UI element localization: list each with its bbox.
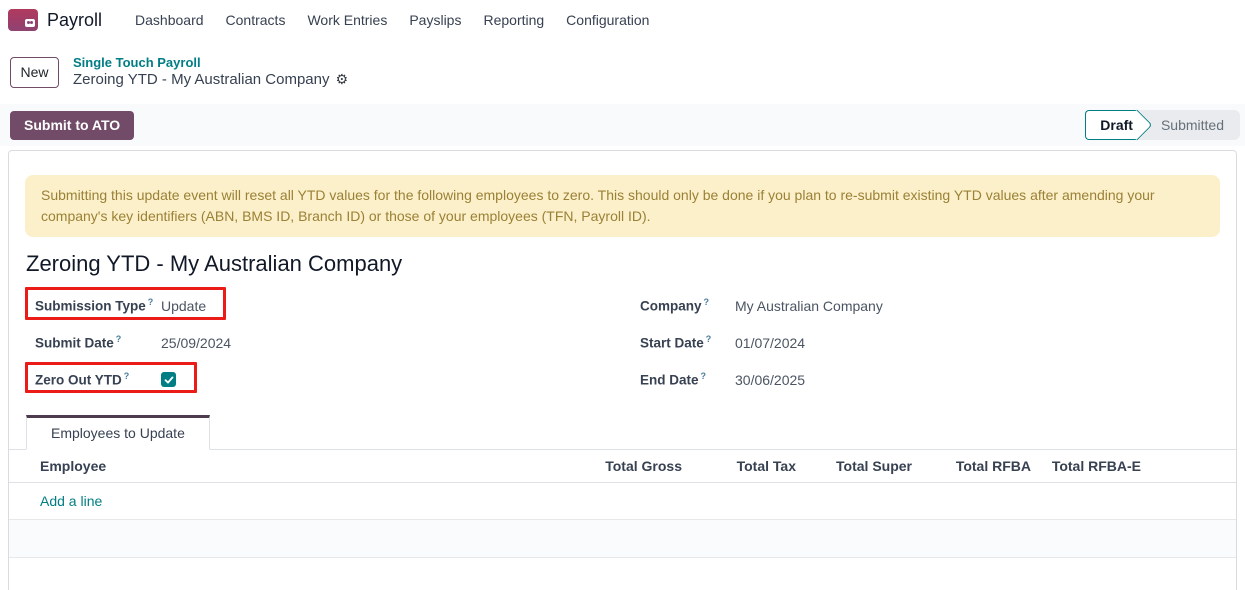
- coin-badge-icon: [25, 19, 35, 27]
- breadcrumb-current-label: Zeroing YTD - My Australian Company: [73, 71, 330, 90]
- help-icon: ?: [704, 297, 710, 307]
- column-header-total-tax: Total Tax: [682, 450, 796, 483]
- new-button[interactable]: New: [10, 57, 59, 88]
- submission-type-label: Submission Type?: [35, 297, 161, 314]
- submit-date-value[interactable]: 25/09/2024: [161, 335, 231, 351]
- submit-date-label: Submit Date?: [35, 334, 161, 351]
- field-row-company: Company? My Australian Company: [640, 287, 1220, 324]
- menu-item-contracts[interactable]: Contracts: [215, 12, 297, 28]
- form-fields: Submission Type? Update Submit Date? 25/…: [9, 287, 1236, 398]
- menu-item-dashboard[interactable]: Dashboard: [124, 12, 215, 28]
- add-line-row: Add a line: [9, 483, 1236, 520]
- breadcrumb-current: Zeroing YTD - My Australian Company ⚙: [73, 71, 348, 90]
- empty-stripe-row: [9, 520, 1236, 558]
- start-date-value[interactable]: 01/07/2024: [735, 335, 805, 351]
- main-menu: Dashboard Contracts Work Entries Payslip…: [124, 12, 660, 28]
- start-date-label: Start Date?: [640, 334, 735, 351]
- breadcrumb-parent-link[interactable]: Single Touch Payroll: [73, 55, 348, 71]
- employees-table: Employee Total Gross Total Tax Total Sup…: [9, 450, 1236, 558]
- state-submitted[interactable]: Submitted: [1137, 117, 1240, 133]
- top-navbar: Payroll Dashboard Contracts Work Entries…: [0, 0, 1245, 40]
- statusbar-states: Draft Submitted: [1085, 110, 1240, 140]
- form-sheet: Submitting this update event will reset …: [8, 150, 1237, 590]
- zero-out-ytd-checkbox[interactable]: [161, 372, 176, 387]
- end-date-value[interactable]: 30/06/2025: [735, 372, 805, 388]
- field-row-submit-date: Submit Date? 25/09/2024: [35, 324, 640, 361]
- help-icon: ?: [701, 371, 707, 381]
- end-date-label: End Date?: [640, 371, 735, 388]
- column-header-employee: Employee: [9, 450, 562, 483]
- menu-item-payslips[interactable]: Payslips: [398, 12, 472, 28]
- field-row-end-date: End Date? 30/06/2025: [640, 361, 1220, 398]
- help-icon: ?: [116, 334, 122, 344]
- tab-employees-to-update[interactable]: Employees to Update: [26, 415, 210, 450]
- add-a-line-link[interactable]: Add a line: [9, 483, 1236, 520]
- help-icon: ?: [148, 297, 154, 307]
- gear-icon[interactable]: ⚙: [336, 73, 349, 87]
- help-icon: ?: [124, 371, 130, 381]
- company-value[interactable]: My Australian Company: [735, 298, 883, 314]
- status-bar: Submit to ATO Draft Submitted: [0, 104, 1245, 146]
- submit-to-ato-button[interactable]: Submit to ATO: [10, 111, 134, 140]
- state-draft[interactable]: Draft: [1085, 110, 1137, 140]
- column-header-spacer: [1141, 450, 1236, 483]
- payroll-app-icon[interactable]: [8, 9, 38, 31]
- app-name[interactable]: Payroll: [47, 10, 102, 31]
- field-row-zero-out-ytd: Zero Out YTD?: [35, 361, 640, 398]
- field-row-submission-type: Submission Type? Update: [35, 287, 640, 324]
- column-header-total-rfba-e: Total RFBA-E: [1031, 450, 1141, 483]
- menu-item-configuration[interactable]: Configuration: [555, 12, 660, 28]
- state-draft-label: Draft: [1100, 117, 1133, 133]
- column-header-total-rfba: Total RFBA: [912, 450, 1031, 483]
- column-header-total-super: Total Super: [796, 450, 912, 483]
- column-header-total-gross: Total Gross: [562, 450, 682, 483]
- warning-alert: Submitting this update event will reset …: [25, 175, 1220, 237]
- zero-out-ytd-label: Zero Out YTD?: [35, 371, 161, 388]
- submission-type-value[interactable]: Update: [161, 298, 206, 314]
- breadcrumb: New Single Touch Payroll Zeroing YTD - M…: [0, 40, 1245, 104]
- help-icon: ?: [706, 334, 712, 344]
- checkmark-icon: [164, 375, 174, 385]
- menu-item-work-entries[interactable]: Work Entries: [296, 12, 398, 28]
- table-header-row: Employee Total Gross Total Tax Total Sup…: [9, 450, 1236, 483]
- notebook-tabs: Employees to Update: [9, 414, 1236, 450]
- field-row-start-date: Start Date? 01/07/2024: [640, 324, 1220, 361]
- company-label: Company?: [640, 297, 735, 314]
- page-title[interactable]: Zeroing YTD - My Australian Company: [26, 251, 1236, 277]
- menu-item-reporting[interactable]: Reporting: [472, 12, 555, 28]
